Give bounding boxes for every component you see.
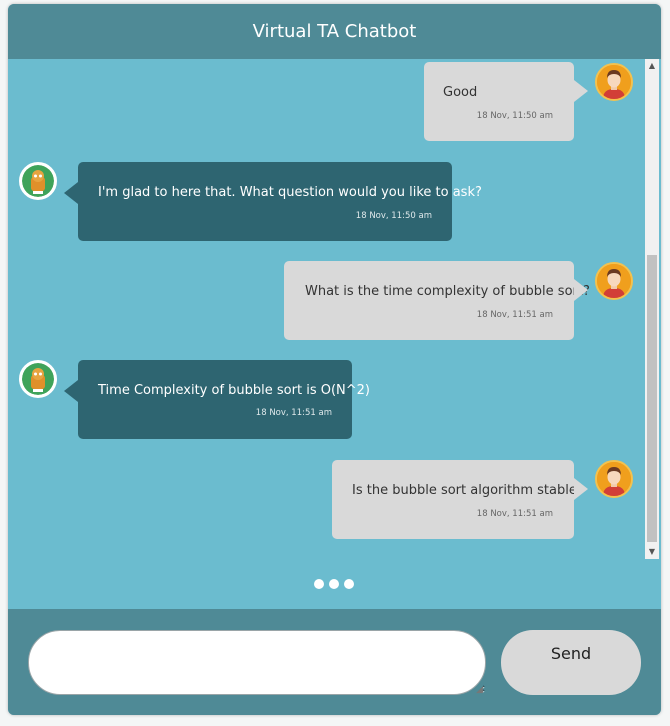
chat-scrollbar[interactable]: ▲ ▼ [645, 59, 659, 559]
message-timestamp: 18 Nov, 11:51 am [476, 310, 553, 320]
user-message-bubble: Is the bubble sort algorithm stable? 18 … [332, 460, 588, 539]
user-message-bubble: Good 18 Nov, 11:50 am [424, 62, 588, 141]
bubble-tail [574, 478, 588, 500]
message-timestamp: 18 Nov, 11:51 am [255, 408, 332, 418]
bot-avatar-icon [19, 162, 57, 200]
message-timestamp: 18 Nov, 11:50 am [355, 211, 432, 221]
scroll-thumb[interactable] [647, 255, 657, 542]
bot-message-bubble: Time Complexity of bubble sort is O(N^2)… [64, 360, 370, 439]
message-input[interactable] [28, 630, 486, 695]
chat-window: Virtual TA Chatbot Good 18 Nov, 11:50 am [8, 4, 661, 715]
typing-dot [329, 579, 339, 589]
typing-indicator-icon [313, 579, 363, 591]
user-avatar-icon [595, 460, 633, 498]
bubble-tail [64, 182, 78, 204]
chat-messages[interactable]: Good 18 Nov, 11:50 am I'm glad to here t… [8, 59, 661, 609]
message-text: What is the time complexity of bubble so… [305, 284, 590, 299]
user-message-bubble: What is the time complexity of bubble so… [284, 261, 590, 340]
message-timestamp: 18 Nov, 11:50 am [476, 111, 553, 121]
typing-dot [344, 579, 354, 589]
scroll-up-arrow-icon[interactable]: ▲ [645, 59, 659, 73]
user-avatar-icon [595, 63, 633, 101]
bot-message-bubble: I'm glad to here that. What question wou… [64, 162, 482, 241]
chat-composer: ◢ Send [8, 609, 661, 715]
resize-handle-icon[interactable]: ◢ [476, 685, 486, 695]
message-text: Is the bubble sort algorithm stable? [352, 483, 584, 498]
bubble-tail [64, 380, 78, 402]
message-text: Good [443, 85, 478, 100]
chat-header: Virtual TA Chatbot [8, 4, 661, 60]
send-button[interactable]: Send [501, 630, 641, 695]
message-text: Time Complexity of bubble sort is O(N^2) [98, 383, 370, 398]
user-avatar-icon [595, 262, 633, 300]
bubble-tail [574, 80, 588, 102]
chat-title: Virtual TA Chatbot [252, 21, 417, 42]
send-button-label: Send [550, 644, 592, 663]
message-timestamp: 18 Nov, 11:51 am [476, 509, 553, 519]
typing-dot [314, 579, 324, 589]
bubble-tail [574, 279, 588, 301]
scroll-down-arrow-icon[interactable]: ▼ [645, 545, 659, 559]
message-text: I'm glad to here that. What question wou… [98, 185, 482, 200]
bot-avatar-icon [19, 360, 57, 398]
